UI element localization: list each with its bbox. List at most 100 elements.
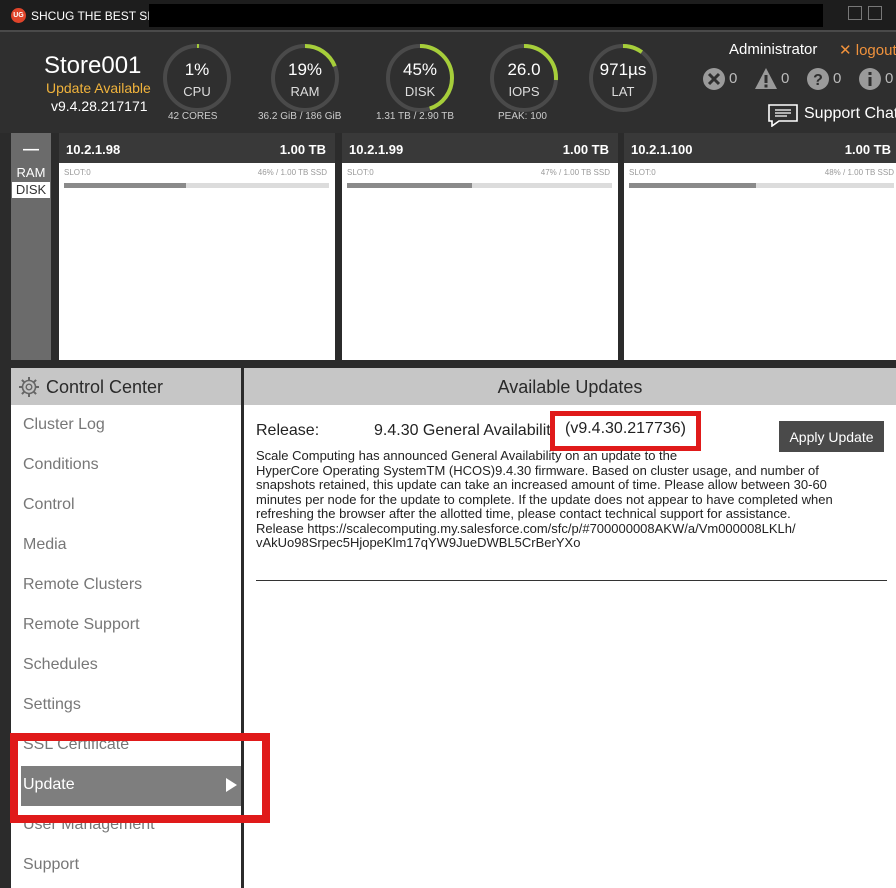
node-usage: 46% / 1.00 TB SSD	[257, 168, 327, 177]
info-icon	[859, 68, 881, 90]
question-count: 0	[833, 70, 842, 87]
node-usage-bar	[629, 183, 894, 188]
release-divider	[256, 580, 887, 581]
window-control-icon[interactable]	[848, 6, 862, 20]
node-slot: SLOT:0	[64, 168, 91, 177]
disk-value: 45%	[402, 60, 438, 79]
node-ip: 10.2.1.100	[631, 142, 693, 157]
disk-label: DISK	[404, 84, 436, 99]
menu-label: Settings	[23, 696, 81, 713]
release-notes: Scale Computing has announced General Av…	[256, 448, 833, 550]
menu-item-cluster-log[interactable]: Cluster Log	[11, 406, 241, 446]
node-ip: 10.2.1.98	[66, 142, 121, 157]
node-usage-bar	[347, 183, 612, 188]
disk-mode-button[interactable]: DISK	[12, 182, 50, 198]
node-capacity: 1.00 TB	[279, 142, 326, 157]
node-slot: SLOT:0	[629, 168, 656, 177]
node-usage-fill	[64, 183, 186, 188]
node-usage-bar	[64, 183, 329, 188]
node-header: 10.2.1.99 1.00 TB	[342, 133, 618, 163]
control-center-panel: Control Center Cluster Log Conditions Co…	[11, 368, 241, 888]
cluster-version: v9.4.28.217171	[51, 98, 148, 114]
chat-icon	[768, 104, 798, 127]
menu-item-control[interactable]: Control	[11, 486, 241, 526]
support-chat-label: Support Chat	[804, 105, 896, 122]
available-updates-title: Available Updates	[497, 377, 643, 397]
node-strip: — RAM DISK 10.2.1.98 1.00 TB SLOT:0 46% …	[0, 133, 896, 365]
cpu-gauge: 1% CPU	[161, 42, 233, 114]
menu-item-support[interactable]: Support	[11, 846, 241, 886]
ram-gauge: 19% RAM	[269, 42, 341, 114]
svg-text:?: ?	[813, 72, 823, 89]
logout-label: logout	[855, 42, 896, 59]
disk-gauge: 45% DISK	[384, 42, 456, 114]
menu-item-schedules[interactable]: Schedules	[11, 646, 241, 686]
node-usage-fill	[347, 183, 472, 188]
collapse-icon[interactable]: —	[11, 141, 51, 159]
menu-label: Media	[23, 536, 67, 553]
latency-label: LAT	[611, 84, 635, 99]
update-available-link[interactable]: Update Available	[46, 80, 151, 96]
release-label: Release:	[256, 422, 320, 439]
node-card[interactable]: 10.2.1.100 1.00 TB SLOT:0 48% / 1.00 TB …	[624, 133, 896, 360]
cpu-sub: 42 CORES	[168, 111, 218, 122]
node-capacity: 1.00 TB	[562, 142, 609, 157]
ram-disk-toggle: — RAM DISK	[11, 133, 51, 360]
menu-item-ssl-certificate[interactable]: SSL Certificate	[11, 726, 241, 766]
iops-gauge: 26.0 IOPS	[488, 42, 560, 114]
latency-gauge: 971µs LAT	[587, 42, 659, 114]
cluster-name: Store001	[44, 52, 142, 79]
iops-label: IOPS	[508, 84, 540, 99]
window-titlebar: UG SHCUG THE BEST SITE	[0, 0, 896, 30]
node-usage: 47% / 1.00 TB SSD	[540, 168, 610, 177]
menu-item-settings[interactable]: Settings	[11, 686, 241, 726]
error-count: 0	[729, 70, 738, 87]
chevron-right-icon	[226, 778, 237, 792]
release-name: 9.4.30 General Availability	[374, 422, 559, 439]
menu-item-remote-clusters[interactable]: Remote Clusters	[11, 566, 241, 606]
node-card[interactable]: 10.2.1.99 1.00 TB SLOT:0 47% / 1.00 TB S…	[342, 133, 618, 360]
node-header: 10.2.1.98 1.00 TB	[59, 133, 335, 163]
menu-item-remote-support[interactable]: Remote Support	[11, 606, 241, 646]
ram-sub: 36.2 GiB / 186 GiB	[258, 111, 342, 122]
menu-label: Cluster Log	[23, 416, 105, 433]
menu-label: Update	[23, 776, 75, 793]
menu-label: Control	[23, 496, 75, 513]
question-icon: ?	[807, 68, 829, 90]
menu-item-user-management[interactable]: User Management	[11, 806, 241, 846]
logout-link[interactable]: ✕ logout	[839, 41, 896, 59]
menu-label: Conditions	[23, 456, 99, 473]
ram-value: 19%	[287, 60, 323, 79]
gear-icon	[19, 377, 39, 397]
window-title: SHCUG THE BEST SITE	[31, 9, 166, 23]
release-version: (v9.4.30.217736)	[550, 411, 701, 451]
menu-label: User Management	[23, 816, 155, 833]
menu-item-conditions[interactable]: Conditions	[11, 446, 241, 486]
menu-label: SSL Certificate	[23, 736, 130, 753]
warning-count: 0	[781, 70, 790, 87]
menu-label: Remote Clusters	[23, 576, 143, 593]
user-name[interactable]: Administrator	[729, 41, 817, 58]
app-logo-icon: UG	[11, 8, 26, 23]
menu-label: Support	[23, 856, 80, 873]
node-slot: SLOT:0	[347, 168, 374, 177]
error-icon	[703, 68, 725, 90]
cluster-header: Store001 Update Available v9.4.28.217171…	[0, 32, 896, 133]
menu-label: Schedules	[23, 656, 98, 673]
node-usage: 48% / 1.00 TB SSD	[824, 168, 894, 177]
redacted-address-bar	[149, 4, 823, 27]
iops-sub: PEAK: 100	[498, 111, 547, 122]
cpu-value: 1%	[184, 60, 210, 79]
window-control-icon[interactable]	[868, 6, 882, 20]
menu-item-update[interactable]: Update	[21, 766, 241, 806]
apply-update-button[interactable]: Apply Update	[779, 421, 884, 452]
cpu-label: CPU	[183, 84, 211, 99]
close-icon: ✕	[839, 42, 852, 59]
node-card[interactable]: 10.2.1.98 1.00 TB SLOT:0 46% / 1.00 TB S…	[59, 133, 335, 360]
ram-label: RAM	[290, 84, 320, 99]
node-ip: 10.2.1.99	[349, 142, 404, 157]
latency-value: 971µs	[599, 60, 647, 79]
menu-item-media[interactable]: Media	[11, 526, 241, 566]
ram-mode-button[interactable]: RAM	[12, 165, 50, 180]
available-updates-panel: Available Updates Release: 9.4.30 Genera…	[244, 368, 896, 888]
